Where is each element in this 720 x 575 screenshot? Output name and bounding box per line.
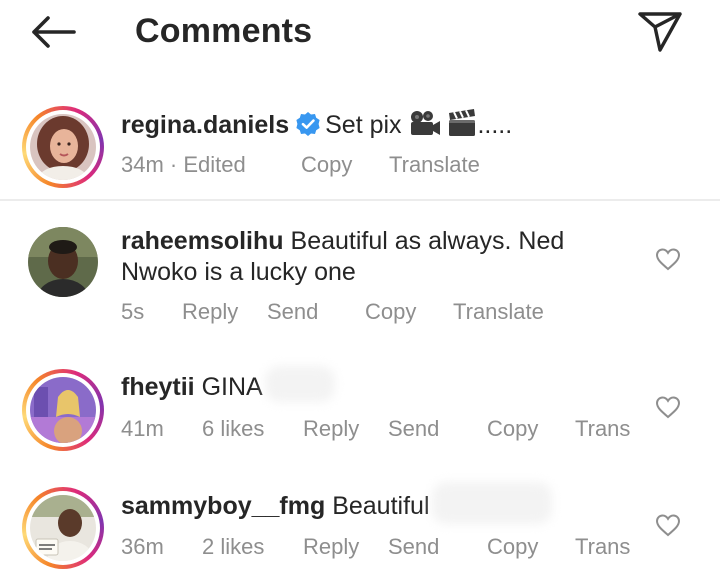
translate-button[interactable]: Trans: [575, 534, 630, 560]
page-title: Comments: [135, 12, 313, 50]
copy-button[interactable]: Copy: [487, 416, 538, 442]
comment-meta: 5s Reply Send Copy Translate: [121, 299, 591, 327]
like-heart-icon[interactable]: [655, 247, 681, 271]
comment-text-line: fheytii GINA: [121, 372, 263, 403]
caption-time: 34m · Edited: [121, 152, 246, 177]
profile-photo-icon: [28, 227, 98, 297]
caption-copy-button[interactable]: Copy: [301, 152, 352, 178]
caption-trailing-text: .....: [477, 111, 513, 139]
caption-text: Set pix: [325, 111, 402, 139]
send-button[interactable]: Send: [388, 534, 439, 560]
redacted-blur: [432, 482, 552, 524]
copy-button[interactable]: Copy: [487, 534, 538, 560]
like-heart-icon[interactable]: [655, 513, 681, 537]
comment-text: Beautiful: [332, 492, 430, 520]
movie-camera-emoji-icon: [410, 111, 440, 135]
copy-button[interactable]: Copy: [365, 299, 416, 325]
redacted-blur: [265, 366, 335, 402]
comment-text: GINA: [201, 373, 263, 401]
profile-photo-icon: [30, 114, 96, 180]
comment-username[interactable]: sammyboy__fmg: [121, 492, 325, 520]
likes-count-button[interactable]: 2 likes: [202, 534, 264, 560]
comment-text-line-2: Nwoko is a lucky one: [121, 258, 356, 286]
reply-button[interactable]: Reply: [303, 534, 359, 560]
comment-avatar-sammyboy[interactable]: [22, 487, 104, 569]
caption-avatar[interactable]: [22, 106, 104, 188]
comment-text-line: sammyboy__fmg Beautiful: [121, 491, 430, 522]
paper-plane-icon: [638, 12, 682, 52]
translate-button[interactable]: Translate: [453, 299, 544, 325]
comment-avatar-raheemsolihu[interactable]: [28, 227, 98, 297]
like-heart-icon[interactable]: [655, 395, 681, 419]
likes-count-button[interactable]: 6 likes: [202, 416, 264, 442]
caption-divider: [0, 199, 720, 201]
clapper-board-emoji-icon: [449, 109, 476, 136]
comment-username[interactable]: raheemsolihu: [121, 227, 284, 255]
comment-meta: 36m 2 likes Reply Send Copy Trans: [121, 534, 641, 562]
comment-text: Beautiful as always. Ned: [290, 227, 565, 255]
comment-avatar-fheytii[interactable]: [22, 369, 104, 451]
caption-meta: 34m · Edited Copy Translate: [121, 152, 521, 180]
comment-time: 36m: [121, 534, 164, 559]
reply-button[interactable]: Reply: [303, 416, 359, 442]
comment-time: 41m: [121, 416, 164, 441]
arrow-left-icon: [32, 16, 76, 48]
profile-photo-icon: [30, 495, 96, 561]
caption-username[interactable]: regina.daniels: [121, 111, 289, 139]
back-button[interactable]: [30, 14, 76, 50]
send-button[interactable]: Send: [388, 416, 439, 442]
direct-send-button[interactable]: [636, 10, 684, 54]
reply-button[interactable]: Reply: [182, 299, 238, 325]
verified-badge-icon: [296, 112, 320, 136]
caption-line: regina.daniels Set pix .....: [121, 109, 512, 141]
comment-username[interactable]: fheytii: [121, 373, 195, 401]
comment-time: 5s: [121, 299, 145, 324]
profile-photo-icon: [30, 377, 96, 443]
header-bar: Comments: [0, 0, 720, 64]
send-button[interactable]: Send: [267, 299, 318, 325]
translate-button[interactable]: Trans: [575, 416, 630, 442]
comment-text-line-1: raheemsolihu Beautiful as always. Ned: [121, 226, 564, 257]
caption-translate-button[interactable]: Translate: [389, 152, 480, 178]
comment-meta: 41m 6 likes Reply Send Copy Trans: [121, 416, 641, 444]
